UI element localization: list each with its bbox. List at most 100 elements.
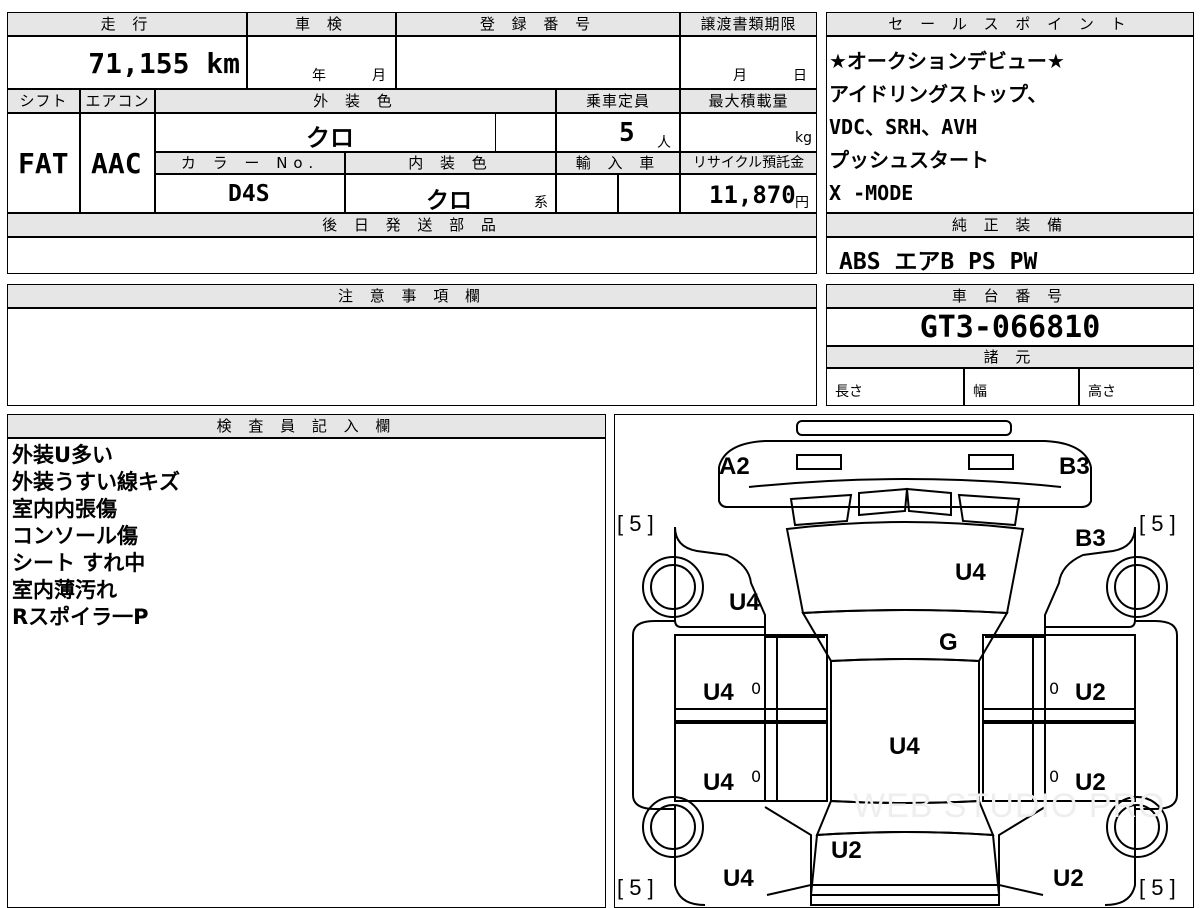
ac-value: AAC [91, 147, 142, 180]
registration-header: 登 録 番 号 [396, 12, 680, 36]
sales-point-line: プッシュスタート [829, 148, 989, 172]
tire-top-right-label: [ 5 ] [1139, 511, 1176, 536]
damage-right-front-door: U2 [1075, 679, 1106, 706]
interior-color-suffix: 系 [534, 195, 548, 211]
color-no-header: カ ラ ー No. [155, 152, 345, 174]
color-no-cell: D4S [155, 174, 345, 213]
inspection-header: 車 検 [247, 12, 396, 36]
chassis-box: GT3-066810 [826, 308, 1194, 346]
watermark-text: WEB STUDIO PRO [853, 787, 1166, 825]
ac-header: エアコン [80, 89, 155, 113]
import-header: 輸 入 車 [556, 152, 680, 174]
max-load-unit: kg [795, 130, 812, 146]
caution-box [7, 308, 817, 406]
transfer-deadline-cell: 月 日 [680, 36, 817, 89]
capacity-value: 5 [619, 118, 635, 148]
interior-color-value: クロ [426, 188, 472, 214]
sales-points-header: セ ー ル ス ポ イ ン ト [826, 12, 1194, 36]
damage-trunk: U2 [831, 837, 862, 864]
specs-width-label: 幅 [973, 384, 987, 400]
inspector-note: コンソール傷 [12, 524, 138, 548]
damage-front-left-corner: A2 [719, 453, 750, 480]
inspector-note: 外装うすい線キズ [12, 470, 180, 494]
recycle-header: リサイクル預託金 [680, 152, 817, 174]
sales-point-line: アイドリングストップ、 [829, 82, 1048, 106]
shift-header: シフト [7, 89, 80, 113]
genuine-equipment-value: ABS エアB PS PW [839, 249, 1038, 275]
transfer-month: 月 [733, 68, 747, 84]
mileage-value: 71,155 km [88, 47, 240, 80]
transfer-day: 日 [793, 68, 807, 84]
specs-header: 諸 元 [826, 346, 1194, 368]
car-outline [632, 420, 1178, 906]
inspection-month: 月 [372, 68, 386, 84]
mileage-header: 走 行 [7, 12, 247, 36]
damage-left-rear-door: U4 [703, 769, 734, 796]
damage-right-rear-door: U2 [1075, 769, 1106, 796]
inspector-box: 外装U多い 外装うすい線キズ 室内内張傷 コンソール傷 シート すれ中 室内薄汚… [7, 438, 606, 908]
door-handle-mark: 0 [751, 767, 762, 786]
damage-right-front-fender: B3 [1075, 525, 1106, 552]
later-parts-header: 後 日 発 送 部 品 [7, 213, 817, 237]
inspector-note: 室内内張傷 [12, 497, 117, 521]
transfer-deadline-header: 譲渡書類期限 [680, 12, 817, 36]
exterior-color-extra-cell [495, 113, 556, 152]
mileage-cell: 71,155 km [7, 36, 247, 89]
damage-left-front-door: U4 [703, 679, 734, 706]
capacity-cell: 5 人 [556, 113, 680, 152]
interior-color-header: 内 装 色 [345, 152, 556, 174]
exterior-color-cell: クロ [155, 113, 496, 152]
specs-length-label: 長さ [835, 384, 863, 400]
damage-hood: U4 [955, 559, 986, 586]
shift-cell: FAT [7, 113, 80, 213]
specs-height-label: 高さ [1088, 384, 1116, 400]
exterior-color-value: クロ [306, 124, 354, 152]
capacity-header: 乗車定員 [556, 89, 680, 113]
damage-right-rear-quarter: U2 [1053, 865, 1084, 892]
inspector-header: 検 査 員 記 入 欄 [7, 414, 606, 438]
sales-points-box: ★オークションデビュー★ アイドリングストップ、 VDC、SRH、AVH プッシ… [826, 36, 1194, 213]
tire-bottom-left-label: [ 5 ] [617, 875, 654, 900]
ac-cell: AAC [80, 113, 155, 213]
inspector-note: 外装U多い [12, 443, 114, 467]
sales-point-line: ★オークションデビュー★ [829, 49, 1065, 73]
capacity-unit: 人 [657, 135, 671, 151]
car-damage-diagram: WEB STUDIO PRO [ 5 ] [ 5 ] [ 5 ] [ 5 ] A… [614, 414, 1194, 908]
inspection-cell: 年 月 [247, 36, 396, 89]
damage-windshield: G [939, 629, 958, 656]
recycle-unit: 円 [795, 195, 809, 211]
damage-left-front-fender: U4 [729, 589, 760, 616]
chassis-value: GT3-066810 [919, 310, 1101, 345]
recycle-cell: 11,870 円 [680, 174, 817, 213]
caution-header: 注 意 事 項 欄 [7, 284, 817, 308]
tire-bottom-right-label: [ 5 ] [1139, 875, 1176, 900]
door-handle-mark: 0 [751, 679, 762, 698]
later-parts-cell [7, 237, 817, 274]
shift-value: FAT [18, 147, 69, 180]
inspection-year: 年 [312, 68, 326, 84]
inspector-note: 室内薄汚れ [12, 578, 117, 602]
genuine-equipment-header: 純 正 装 備 [826, 213, 1194, 237]
door-handle-mark: 0 [1049, 767, 1060, 786]
genuine-equipment-box: ABS エアB PS PW [826, 237, 1194, 275]
door-handle-mark: 0 [1049, 679, 1060, 698]
interior-color-cell: クロ 系 [345, 174, 556, 214]
import-cell-a [556, 174, 618, 213]
specs-height-cell: 高さ [1079, 368, 1194, 406]
damage-front-right-corner: B3 [1059, 453, 1090, 480]
sales-point-line: VDC、SRH、AVH [829, 115, 978, 139]
specs-width-cell: 幅 [964, 368, 1079, 406]
max-load-header: 最大積載量 [680, 89, 817, 113]
import-cell-b [618, 174, 680, 213]
sales-point-line: X -MODE [829, 181, 914, 205]
inspector-note: Rスポイラ一P [12, 605, 149, 629]
damage-roof: U4 [889, 733, 920, 760]
exterior-color-header: 外 装 色 [155, 89, 556, 113]
tire-top-left-label: [ 5 ] [617, 511, 654, 536]
inspector-note: シート すれ中 [12, 551, 146, 575]
max-load-cell: kg [680, 113, 817, 152]
recycle-value: 11,870 [709, 181, 796, 209]
color-no-value: D4S [228, 181, 270, 207]
chassis-header: 車 台 番 号 [826, 284, 1194, 308]
registration-cell [396, 36, 680, 89]
